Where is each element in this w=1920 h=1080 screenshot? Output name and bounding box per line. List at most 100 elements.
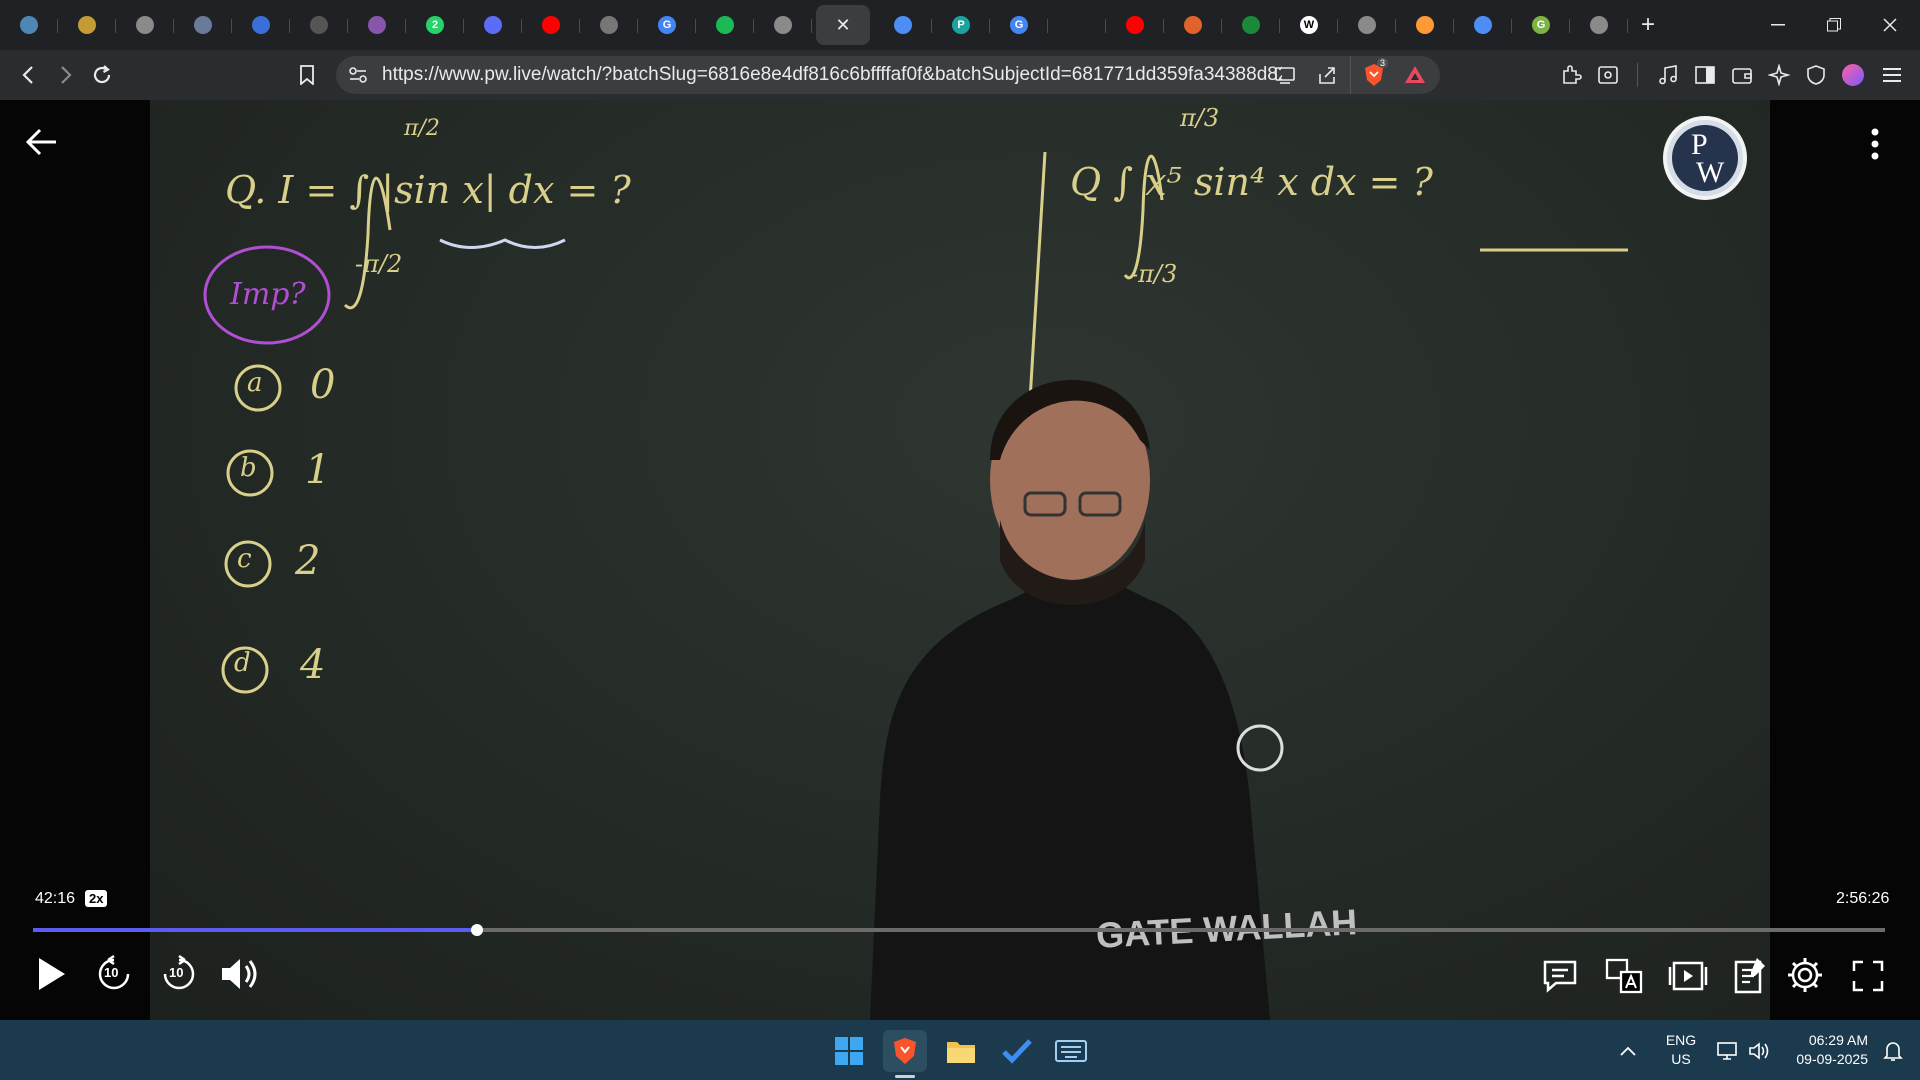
browser-tab[interactable]: 2 <box>406 5 464 45</box>
progress-bar[interactable] <box>33 924 1885 936</box>
browser-tab[interactable] <box>1396 5 1454 45</box>
extensions-button[interactable] <box>1551 55 1591 95</box>
browser-tab[interactable]: ✕ <box>816 5 870 45</box>
browser-tab[interactable] <box>1454 5 1512 45</box>
input-language[interactable]: ENG US <box>1662 1031 1700 1069</box>
close-window-button[interactable] <box>1862 0 1918 50</box>
region-code: US <box>1671 1051 1691 1067</box>
vpn-button[interactable] <box>1796 55 1836 95</box>
left-upper-limit: π/2 <box>404 116 440 141</box>
browser-tab[interactable] <box>232 5 290 45</box>
browser-tab[interactable]: G <box>1512 5 1570 45</box>
rewind-button[interactable]: 10 <box>92 952 136 996</box>
new-tab-button[interactable]: + <box>1628 5 1668 45</box>
show-hidden-icons-button[interactable] <box>1610 1030 1646 1072</box>
slides-button[interactable] <box>1668 956 1708 996</box>
browser-tab[interactable] <box>464 5 522 45</box>
taskbar-todo-button[interactable] <box>995 1030 1039 1072</box>
volume-button[interactable] <box>218 952 262 996</box>
site-settings-icon[interactable] <box>348 65 368 90</box>
url-text[interactable]: https://www.pw.live/watch/?batchSlug=681… <box>382 64 1282 86</box>
brave-shields-button[interactable]: 3 <box>1361 58 1389 93</box>
play-button[interactable] <box>30 952 74 996</box>
chat-icon <box>1543 960 1577 993</box>
important-note: Imp? <box>230 277 306 312</box>
taskbar-explorer-button[interactable] <box>939 1030 983 1072</box>
cast-icon[interactable] <box>1274 64 1296 91</box>
wallet-button[interactable] <box>1722 55 1762 95</box>
browser-tab[interactable] <box>1106 5 1164 45</box>
profile-button[interactable] <box>1833 55 1873 95</box>
clock-time: 06:29 AM <box>1808 1032 1868 1048</box>
menu-button[interactable] <box>1872 55 1912 95</box>
hamburger-icon <box>1883 68 1901 82</box>
browser-tab[interactable] <box>348 5 406 45</box>
minimize-button[interactable] <box>1750 0 1806 50</box>
video-player[interactable]: P W Q. I = ∫ |sin x| dx = ? π/2 -π/2 Imp… <box>0 100 1920 1020</box>
notifications-button[interactable] <box>1876 1030 1910 1072</box>
browser-tab[interactable] <box>1164 5 1222 45</box>
active-tab-close-icon[interactable]: ✕ <box>835 15 850 36</box>
folder-icon <box>947 1042 975 1063</box>
leo-ai-button[interactable] <box>1759 55 1799 95</box>
start-button[interactable] <box>827 1030 871 1072</box>
browser-tab[interactable]: W <box>1280 5 1338 45</box>
bell-icon <box>1883 1042 1903 1061</box>
chevron-right-icon <box>61 66 72 84</box>
browser-tab[interactable] <box>1048 5 1106 45</box>
forward-button-player[interactable]: 10 <box>157 952 201 996</box>
player-back-button[interactable] <box>22 122 62 162</box>
shield-favicon-icon <box>194 16 212 34</box>
restore-button[interactable] <box>1806 0 1862 50</box>
fullscreen-button[interactable] <box>1848 956 1888 996</box>
browser-tab[interactable]: P <box>932 5 990 45</box>
browser-tab[interactable] <box>522 5 580 45</box>
language-button[interactable] <box>1604 956 1644 996</box>
address-bar[interactable]: https://www.pw.live/watch/?batchSlug=681… <box>336 56 1440 94</box>
browser-tab[interactable] <box>0 5 58 45</box>
left-question-text: Q. I = ∫ |sin x| dx = ? <box>225 168 631 212</box>
playback-speed-badge[interactable]: 2x <box>85 890 108 907</box>
youtube-favicon-icon <box>1126 16 1144 34</box>
notes-button[interactable] <box>1730 954 1770 996</box>
planet-favicon-icon <box>368 16 386 34</box>
browser-tab[interactable] <box>580 5 638 45</box>
browser-tab[interactable]: G <box>990 5 1048 45</box>
reload-button[interactable] <box>82 55 122 95</box>
browser-tab[interactable] <box>696 5 754 45</box>
browser-tab[interactable] <box>290 5 348 45</box>
screen-favicon-icon <box>1068 16 1086 34</box>
tab-strip: 2 G ✕ P G W G + <box>0 0 1920 50</box>
network-button[interactable] <box>1710 1030 1744 1072</box>
language-code: ENG <box>1665 1032 1697 1048</box>
speaker-button[interactable] <box>1742 1030 1776 1072</box>
chat-button[interactable] <box>1540 956 1580 996</box>
player-more-button[interactable] <box>1860 124 1890 164</box>
taskbar-keyboard-button[interactable] <box>1049 1030 1093 1072</box>
share-icon[interactable] <box>1316 64 1338 91</box>
bookmark-button[interactable] <box>287 55 327 95</box>
browser-tab[interactable]: G <box>638 5 696 45</box>
media-button[interactable] <box>1648 55 1688 95</box>
globe-favicon-icon <box>136 16 154 34</box>
browser-tab[interactable] <box>174 5 232 45</box>
settings-button[interactable] <box>1784 954 1826 996</box>
browser-tab[interactable] <box>116 5 174 45</box>
taskbar-brave-button[interactable] <box>883 1030 927 1078</box>
clock[interactable]: 06:29 AM 09-09-2025 <box>1784 1031 1868 1069</box>
g-green-favicon-icon: G <box>1532 16 1550 34</box>
browser-tab[interactable] <box>1222 5 1280 45</box>
browser-tab[interactable] <box>1338 5 1396 45</box>
forward-button[interactable] <box>46 55 86 95</box>
browser-tab[interactable] <box>874 5 932 45</box>
brave-rewards-icon[interactable] <box>1404 64 1426 91</box>
browser-tab[interactable] <box>1570 5 1628 45</box>
slides-icon <box>1668 961 1708 991</box>
back-button[interactable] <box>8 55 48 95</box>
bookmark-icon <box>300 65 314 85</box>
browser-tab[interactable] <box>58 5 116 45</box>
sidebar-toggle-button[interactable] <box>1685 55 1725 95</box>
browser-tab[interactable] <box>754 5 812 45</box>
reader-mode-button[interactable] <box>1588 55 1628 95</box>
current-time: 42:16 <box>35 890 76 907</box>
